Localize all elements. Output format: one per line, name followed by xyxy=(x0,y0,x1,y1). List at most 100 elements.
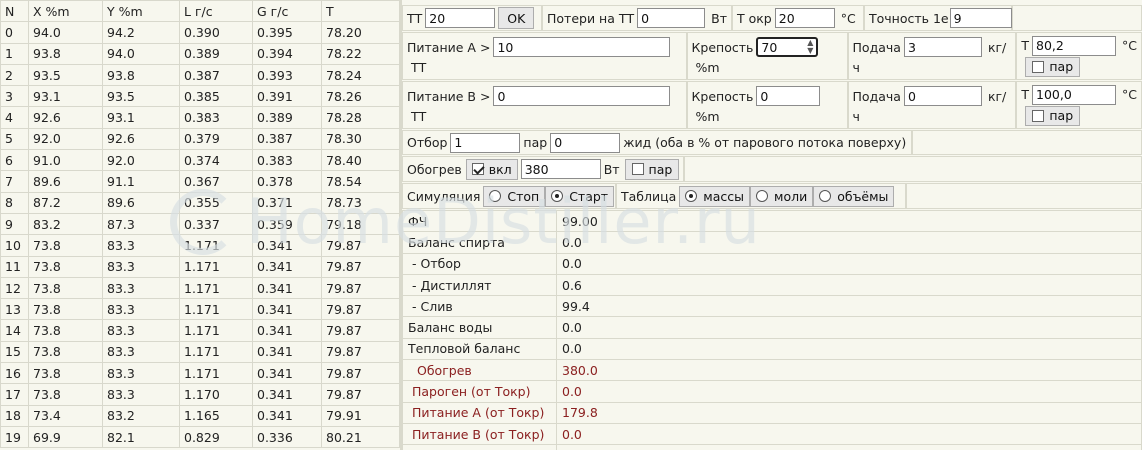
feed-a-steam-checkbox[interactable] xyxy=(1032,60,1045,73)
heating-steam-button[interactable]: пар xyxy=(624,158,680,180)
table-cell-x: 73.8 xyxy=(28,340,103,364)
table-cell-l: 0.387 xyxy=(179,63,253,87)
result-key: Баланс спирта xyxy=(402,231,557,254)
table-cell-g: 0.391 xyxy=(252,85,322,108)
sim-start-button[interactable]: Старт xyxy=(545,185,615,207)
sim-start-label: Старт xyxy=(569,188,609,204)
result-row: Пароген (от Токр) 0.0 xyxy=(402,380,1142,403)
table-cell-y: 87.3 xyxy=(102,212,180,236)
feed-a-input[interactable] xyxy=(493,37,671,57)
table-row: 15 73.8 83.3 1.171 0.341 79.87 xyxy=(0,340,400,364)
table-row: 1 93.8 94.0 0.389 0.394 78.22 xyxy=(0,42,400,65)
table-cell-y: 83.3 xyxy=(102,383,180,406)
sim-stop-button[interactable]: Стоп xyxy=(483,185,546,207)
table-row: 9 83.2 87.3 0.337 0.359 79.18 xyxy=(0,212,400,236)
heating-cell: Обогрев вкл Вт пар xyxy=(402,156,684,182)
table-cell-n: 9 xyxy=(0,212,29,236)
table-cell-l: 0.390 xyxy=(179,21,253,44)
table-mass-button[interactable]: массы xyxy=(679,185,751,207)
feed-a-label: Питание A > xyxy=(407,39,491,55)
feed-a-flow-label: Подача xyxy=(852,39,901,55)
result-value: 0.6 xyxy=(556,273,1142,297)
table-cell-l: 0.379 xyxy=(179,127,253,151)
table-cell-x: 87.2 xyxy=(28,191,103,214)
table-volume-radio[interactable] xyxy=(819,190,832,202)
table-mass-radio[interactable] xyxy=(685,190,698,202)
feed-b-steam-checkbox[interactable] xyxy=(1032,109,1045,122)
sim-stop-label: Стоп xyxy=(507,188,540,204)
feed-b-t-input[interactable] xyxy=(1032,84,1117,105)
table-cell-g: 0.341 xyxy=(252,362,322,385)
feed-a-t-input[interactable] xyxy=(1032,35,1117,56)
table-cell-y: 83.3 xyxy=(102,276,180,300)
result-key: Питание B (от Токр) xyxy=(402,422,557,446)
takeoff-liquid-input[interactable] xyxy=(550,132,621,153)
feed-b-input[interactable] xyxy=(493,86,671,106)
top-spacer xyxy=(1012,5,1142,31)
table-cell-t: 79.87 xyxy=(321,298,400,321)
table-cell-t: 79.87 xyxy=(321,362,400,385)
heating-enable-button[interactable]: вкл xyxy=(465,158,518,180)
table-moles-button[interactable]: моли xyxy=(750,185,814,207)
table-cell-n: 7 xyxy=(0,170,29,193)
feed-b-flow-input[interactable] xyxy=(903,86,982,106)
feed-b-steam-button[interactable]: пар xyxy=(1025,105,1081,126)
table-row: 17 73.8 83.3 1.170 0.341 79.87 xyxy=(0,383,400,406)
table-cell-n: 2 xyxy=(0,63,29,87)
tokr-input[interactable] xyxy=(774,8,835,28)
feed-a-t-unit: °C xyxy=(1122,38,1137,53)
sim-stop-radio[interactable] xyxy=(489,190,502,202)
heating-enable-label: вкл xyxy=(488,161,512,177)
feed-b-strength-label: Крепость xyxy=(691,88,754,104)
sim-start-radio[interactable] xyxy=(551,190,564,202)
table-cell-y: 93.1 xyxy=(102,106,180,129)
table-cell-g: 0.387 xyxy=(252,127,322,151)
table-row: 18 73.4 83.2 1.165 0.341 79.91 xyxy=(0,404,400,427)
table-cell-g: 0.341 xyxy=(252,276,322,300)
table-cell-x: 73.8 xyxy=(28,362,103,385)
feed-a-temp-cell: T °C пар xyxy=(1016,32,1142,80)
table-cell-l: 0.374 xyxy=(179,149,253,172)
heating-unit: Вт xyxy=(603,161,620,177)
table-volume-button[interactable]: объёмы xyxy=(813,185,895,207)
table-cell-g: 0.371 xyxy=(252,191,322,214)
heating-steam-label: пар xyxy=(648,161,673,177)
feed-a-flow-input[interactable] xyxy=(903,37,982,57)
table-cell-n: 12 xyxy=(0,276,29,300)
result-key: Дефлегматор xyxy=(402,444,557,450)
table-cell-g: 0.383 xyxy=(252,149,322,172)
feed-b-cell: Питание B > ТТ xyxy=(402,81,687,129)
tt-input[interactable] xyxy=(425,8,496,28)
heating-steam-checkbox[interactable] xyxy=(631,163,644,175)
stepper-arrows-icon[interactable]: ▲ ▼ xyxy=(807,39,813,55)
table-moles-radio[interactable] xyxy=(756,190,769,202)
table-cell-g: 0.341 xyxy=(252,383,322,406)
heating-enable-checkbox[interactable] xyxy=(471,163,484,175)
heating-power-input[interactable] xyxy=(520,159,601,179)
feed-b-label: Питание B > xyxy=(407,88,491,104)
control-panel: ТТ OK Потери на ТТ Вт Т окр °C Точность … xyxy=(402,0,1142,450)
table-cell-n: 5 xyxy=(0,127,29,151)
top-settings-row: ТТ OK Потери на ТТ Вт Т окр °C Точность … xyxy=(402,5,1142,31)
feed-b-row: Питание B > ТТ Крепость %m Подача кг/ ч … xyxy=(402,81,1142,129)
ok-button[interactable]: OK xyxy=(498,7,535,29)
table-cell-g: 0.389 xyxy=(252,106,322,129)
feed-a-steam-button[interactable]: пар xyxy=(1025,56,1081,77)
feed-b-flow-label: Подача xyxy=(852,88,901,104)
precision-input[interactable] xyxy=(949,8,1012,28)
table-cell-x: 73.8 xyxy=(28,255,103,278)
feed-b-strength-input[interactable] xyxy=(756,86,821,106)
result-key: ФЧ xyxy=(402,209,557,233)
result-key: Питание A (от Токр) xyxy=(402,401,557,424)
table-cell-t: 78.73 xyxy=(321,191,400,214)
tokr-unit: °C xyxy=(840,10,856,26)
tt-cell: ТТ OK xyxy=(402,5,542,31)
col-header-l: L г/с xyxy=(179,0,253,23)
takeoff-steam-input[interactable] xyxy=(450,132,521,153)
loss-input[interactable] xyxy=(637,8,706,28)
table-cell-x: 73.4 xyxy=(28,404,103,427)
table-cell-l: 1.171 xyxy=(179,276,253,300)
result-row: Питание B (от Токр) 0.0 xyxy=(402,422,1142,446)
table-cell-g: 0.341 xyxy=(252,298,322,321)
table-cell-x: 93.5 xyxy=(28,63,103,87)
